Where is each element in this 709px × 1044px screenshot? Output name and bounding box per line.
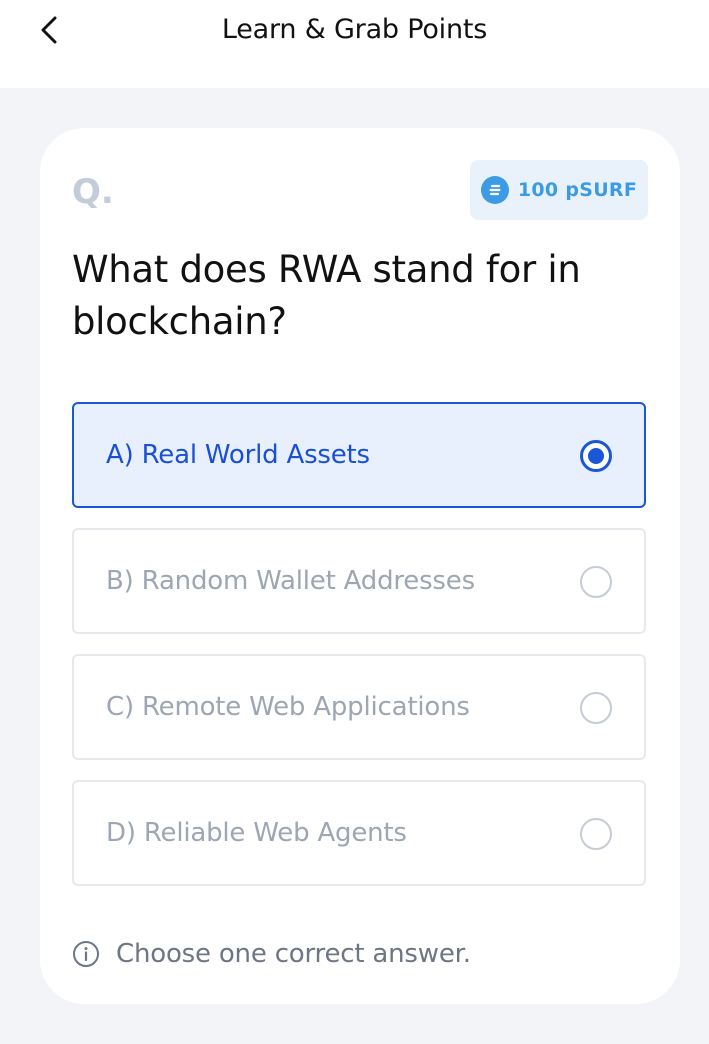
radio-unselected-icon[interactable] bbox=[580, 566, 612, 598]
top-bar: Learn & Grab Points bbox=[0, 0, 709, 88]
page-title: Learn & Grab Points bbox=[221, 14, 488, 45]
option-label: D) Reliable Web Agents bbox=[106, 818, 407, 848]
option-label: B) Random Wallet Addresses bbox=[106, 566, 475, 596]
question-label: Q. bbox=[72, 172, 114, 212]
quiz-card: Q. 100 pSURF What does RWA stand for in … bbox=[40, 128, 680, 1004]
option-d[interactable]: D) Reliable Web Agents bbox=[72, 780, 646, 886]
question-text: What does RWA stand for in blockchain? bbox=[72, 248, 581, 343]
option-label: A) Real World Assets bbox=[106, 440, 370, 470]
option-label: C) Remote Web Applications bbox=[106, 692, 470, 722]
reward-points-text: 100 pSURF bbox=[517, 179, 638, 201]
info-icon bbox=[72, 940, 100, 968]
radio-unselected-icon[interactable] bbox=[580, 818, 612, 850]
psurf-coin-icon bbox=[480, 176, 509, 204]
option-a[interactable]: A) Real World Assets bbox=[72, 402, 646, 508]
hint-text: Choose one correct answer. bbox=[116, 939, 471, 969]
option-b[interactable]: B) Random Wallet Addresses bbox=[72, 528, 646, 634]
radio-unselected-icon[interactable] bbox=[580, 692, 612, 724]
option-c[interactable]: C) Remote Web Applications bbox=[72, 654, 646, 760]
hint-row: Choose one correct answer. bbox=[72, 934, 471, 974]
radio-selected-icon[interactable] bbox=[580, 440, 612, 472]
reward-badge: 100 pSURF bbox=[470, 160, 648, 220]
